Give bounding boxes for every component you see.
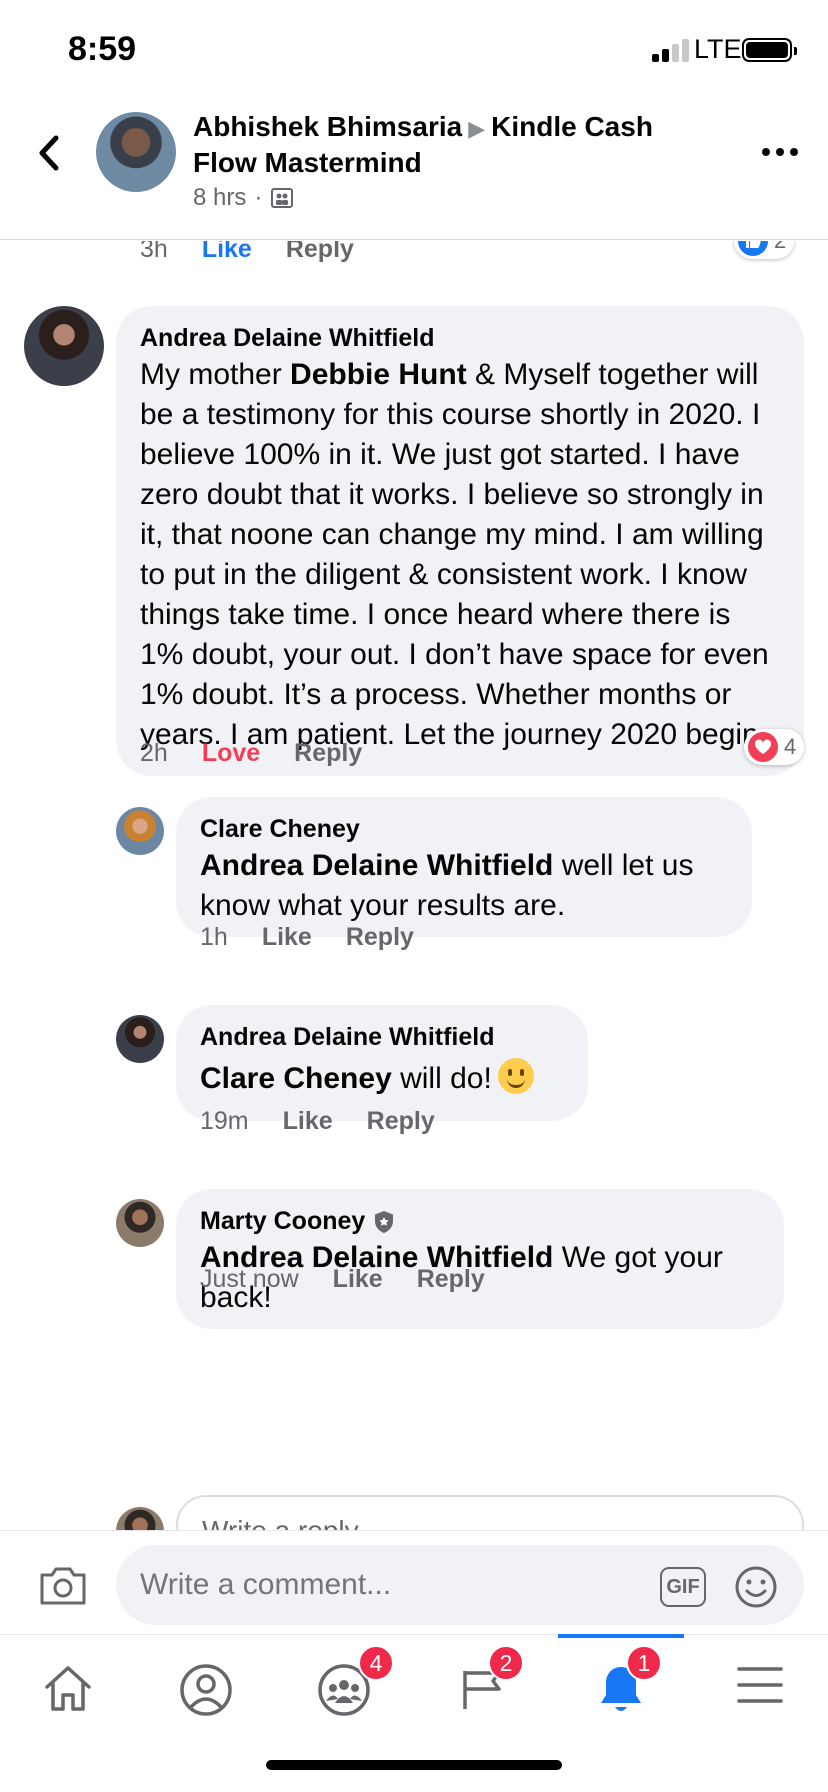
emoji-icon[interactable] [734,1565,778,1609]
comment-text: My mother Debbie Hunt & Myself together … [140,355,780,755]
replier-avatar[interactable] [116,807,164,855]
reply-text: Andrea Delaine Whitfield well let us kno… [200,846,728,926]
commenter-avatar[interactable] [24,306,104,386]
shield-badge-icon [375,1210,394,1233]
reply-button[interactable]: Reply [294,739,362,768]
mention-link[interactable]: Debbie Hunt [290,358,467,391]
comment-text-rest: & Myself together will be a testimony fo… [140,358,769,751]
reply-text-body: will do! [391,1062,492,1095]
mention-link[interactable]: Clare Cheney [200,1062,392,1095]
reply-button[interactable]: Reply [367,1107,435,1136]
back-arrow-icon[interactable] [30,128,70,178]
reply-bubble[interactable]: Andrea Delaine Whitfield Clare Cheney wi… [176,1005,588,1121]
reply-meta-row: Just now Like Reply [200,1265,485,1294]
menu-icon [737,1667,783,1703]
reply-input[interactable]: Write a reply... [176,1495,804,1531]
reply-text: Clare Cheney will do! [200,1058,564,1099]
reply-button[interactable]: Reply [417,1265,485,1294]
signal-icon [652,38,692,62]
replier-name-text[interactable]: Marty Cooney [200,1207,365,1236]
comment-meta-row: 2h Love Reply [140,739,362,768]
tab-home[interactable] [8,1649,128,1739]
comment-time[interactable]: 3h [140,241,168,264]
reply-time[interactable]: 19m [200,1107,249,1136]
author-name[interactable]: Abhishek Bhimsaria [193,111,462,142]
post-time[interactable]: 8 hrs [193,184,246,212]
reaction-count-pill[interactable]: 2 [734,241,795,259]
meta-separator: · [254,184,263,211]
replier-avatar[interactable] [116,1199,164,1247]
post-header: Abhishek Bhimsaria ▶ Kindle Cash Flow Mast… [0,100,828,240]
reaction-count: 2 [774,241,786,254]
replier-name[interactable]: Clare Cheney [200,815,728,844]
pages-badge: 2 [488,1645,524,1681]
comment-meta-row: 3h Like Reply [140,241,354,264]
more-options-icon[interactable] [760,142,800,162]
reply-time[interactable]: 1h [200,923,228,952]
reply-bubble[interactable]: Clare Cheney Andrea Delaine Whitfield we… [176,797,752,937]
reply-meta-row: 1h Like Reply [200,923,414,952]
like-button[interactable]: Like [333,1265,383,1294]
comment-composer: GIF [0,1530,828,1634]
profile-icon [180,1664,232,1716]
comment-text-start: My mother [140,358,291,391]
tab-menu[interactable] [700,1649,820,1739]
replier-avatar[interactable] [116,1015,164,1063]
smile-emoji-icon [497,1058,534,1094]
tab-groups[interactable]: 4 [284,1645,404,1739]
comments-feed[interactable]: 3h Like Reply 2 Andrea Delaine Whitfield… [0,241,828,1531]
comment-bubble[interactable]: Andrea Delaine Whitfield My mother Debbi… [116,306,804,776]
reply-time[interactable]: Just now [200,1265,299,1294]
reply-button[interactable]: Reply [346,923,414,952]
post-title: Abhishek Bhimsaria ▶ Kindle Cash Flow Mast… [193,110,713,180]
tab-notifications[interactable]: 1 [558,1634,684,1739]
battery-icon [742,38,797,62]
author-avatar[interactable] [96,112,176,192]
groups-badge: 4 [358,1645,394,1681]
home-icon [45,1666,91,1711]
tab-profile[interactable] [146,1649,266,1739]
reply-bubble[interactable]: Marty Cooney Andrea Delaine Whitfield We… [176,1189,784,1329]
network-label: LTE [694,34,742,64]
replier-name[interactable]: Andrea Delaine Whitfield [200,1023,564,1052]
my-avatar [116,1507,164,1531]
post-meta: 8 hrs · [193,184,294,212]
mention-link[interactable]: Andrea Delaine Whitfield [200,849,553,882]
replier-name: Marty Cooney [200,1207,760,1236]
camera-icon[interactable] [38,1565,88,1607]
like-reaction-icon [738,241,768,256]
like-button[interactable]: Like [262,923,312,952]
home-indicator[interactable] [266,1760,562,1770]
comment-time[interactable]: 2h [140,739,168,768]
like-button[interactable]: Like [283,1107,333,1136]
tab-pages[interactable]: 2 [424,1645,544,1739]
reaction-count-pill[interactable]: 4 [744,729,805,765]
reply-button[interactable]: Reply [286,241,354,264]
like-button[interactable]: Like [202,241,252,264]
status-bar: 8:59 LTE [0,0,828,100]
gif-icon[interactable]: GIF [660,1567,706,1607]
notifications-badge: 1 [626,1645,662,1681]
reaction-count: 4 [784,734,797,759]
group-privacy-icon [271,188,294,208]
reply-meta-row: 19m Like Reply [200,1107,435,1136]
commenter-name[interactable]: Andrea Delaine Whitfield [140,324,780,353]
heart-reaction-icon [748,732,778,762]
love-button[interactable]: Love [202,739,260,768]
triangle-right-icon: ▶ [468,116,486,141]
status-time: 8:59 [68,30,137,68]
